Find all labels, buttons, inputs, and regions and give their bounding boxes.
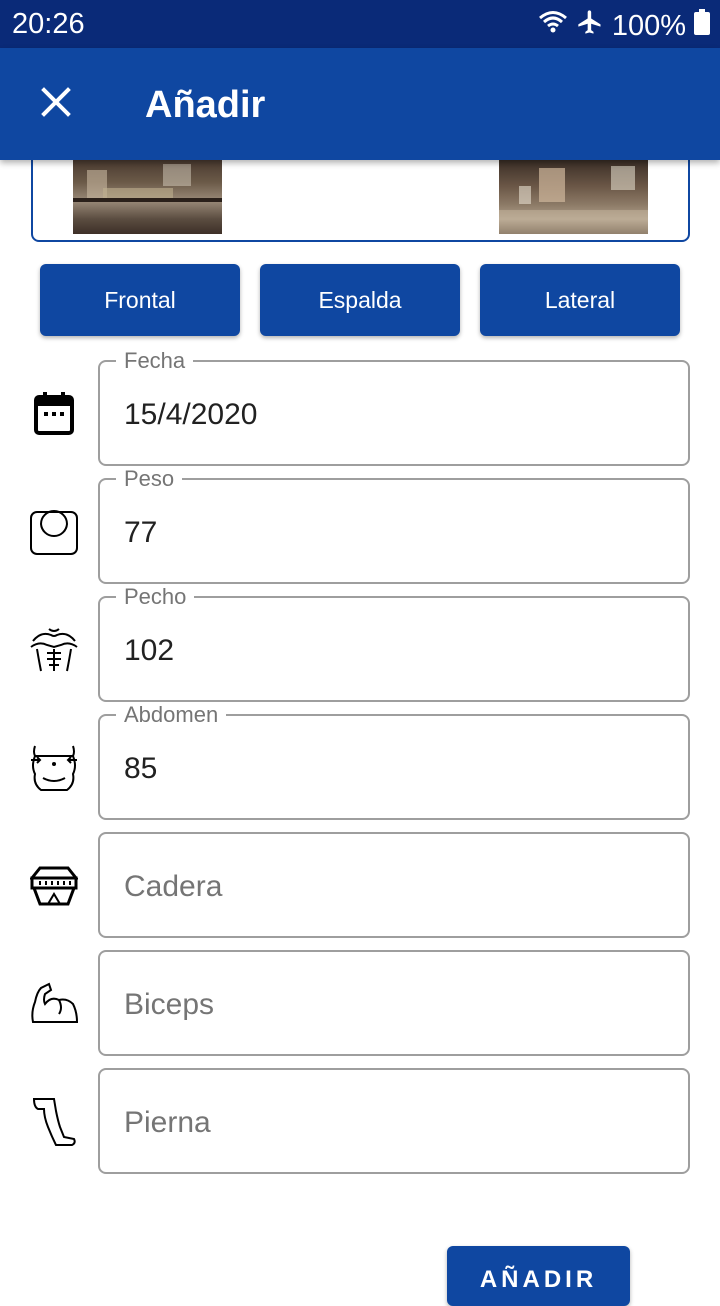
peso-row: Peso 77 bbox=[0, 466, 720, 584]
page-title: Añadir bbox=[145, 84, 266, 126]
calendar-icon bbox=[28, 388, 80, 440]
close-button[interactable] bbox=[30, 78, 82, 130]
progress-photo-back[interactable] bbox=[499, 160, 648, 234]
pierna-placeholder: Pierna bbox=[124, 1106, 211, 1139]
cadera-row: Cadera bbox=[0, 832, 720, 938]
fecha-label: Fecha bbox=[116, 348, 194, 374]
status-time: 20:26 bbox=[12, 8, 85, 40]
photo-type-tabs: Frontal Espalda Lateral bbox=[40, 264, 680, 336]
tab-espalda[interactable]: Espalda bbox=[260, 264, 460, 336]
add-button[interactable]: AÑADIR bbox=[447, 1246, 630, 1306]
biceps-placeholder: Biceps bbox=[124, 988, 215, 1021]
pierna-field[interactable]: Pierna bbox=[98, 1068, 690, 1174]
battery-icon bbox=[694, 9, 710, 43]
abdomen-field[interactable]: Abdomen 85 bbox=[98, 702, 690, 820]
hip-icon bbox=[28, 860, 80, 912]
cadera-field[interactable]: Cadera bbox=[98, 832, 690, 938]
abdomen-icon bbox=[28, 742, 80, 794]
biceps-icon bbox=[28, 978, 80, 1030]
tab-lateral[interactable]: Lateral bbox=[480, 264, 680, 336]
peso-value: 77 bbox=[124, 516, 158, 549]
peso-label: Peso bbox=[116, 466, 183, 492]
tab-frontal[interactable]: Frontal bbox=[40, 264, 240, 336]
leg-icon bbox=[28, 1096, 80, 1148]
airplane-icon bbox=[576, 8, 604, 44]
peso-field[interactable]: Peso 77 bbox=[98, 466, 690, 584]
abdomen-row: Abdomen 85 bbox=[0, 702, 720, 820]
pecho-field[interactable]: Pecho 102 bbox=[98, 584, 690, 702]
progress-photo-front[interactable] bbox=[73, 160, 222, 234]
cadera-placeholder: Cadera bbox=[124, 870, 223, 903]
status-icons: 100% bbox=[538, 8, 710, 44]
close-icon bbox=[40, 86, 72, 123]
wifi-icon bbox=[538, 9, 568, 43]
battery-percent: 100% bbox=[611, 9, 686, 42]
pecho-label: Pecho bbox=[116, 584, 195, 610]
app-bar: Añadir bbox=[0, 48, 720, 160]
abdomen-value: 85 bbox=[124, 752, 158, 785]
fecha-field[interactable]: Fecha 15/4/2020 bbox=[98, 348, 690, 466]
pecho-row: Pecho 102 bbox=[0, 584, 720, 702]
biceps-row: Biceps bbox=[0, 950, 720, 1056]
fecha-row: Fecha 15/4/2020 bbox=[0, 348, 720, 466]
fecha-value: 15/4/2020 bbox=[124, 398, 258, 431]
chest-icon bbox=[28, 624, 80, 676]
pecho-value: 102 bbox=[124, 634, 175, 667]
status-bar: 20:26 100% bbox=[0, 0, 720, 48]
pierna-row: Pierna bbox=[0, 1068, 720, 1174]
biceps-field[interactable]: Biceps bbox=[98, 950, 690, 1056]
scale-icon bbox=[28, 506, 80, 558]
abdomen-label: Abdomen bbox=[116, 702, 227, 728]
